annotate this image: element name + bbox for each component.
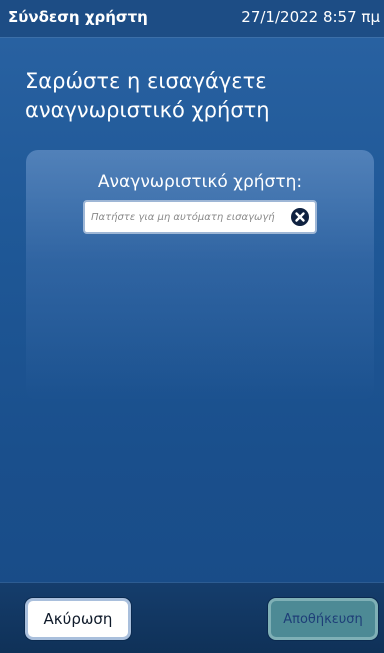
user-login-screen: Σύνδεση χρήστη 27/1/2022 8:57 πμ Σαρώστε… — [0, 0, 384, 653]
user-id-input[interactable] — [91, 202, 287, 232]
screen-title: Σύνδεση χρήστη — [8, 8, 148, 26]
bottom-action-bar: Ακύρωση Αποθήκευση — [0, 582, 384, 653]
date-time: 27/1/2022 8:57 πμ — [241, 8, 380, 26]
close-circle-icon[interactable] — [291, 208, 309, 226]
user-id-label: Αναγνωριστικό χρήστη: — [97, 172, 303, 192]
status-bar: Σύνδεση χρήστη 27/1/2022 8:57 πμ — [0, 0, 384, 38]
user-id-panel: Αναγνωριστικό χρήστη: — [26, 150, 374, 400]
instruction-text: Σαρώστε η εισαγάγετε αναγνωριστικό χρήστ… — [25, 69, 270, 122]
save-button[interactable]: Αποθήκευση — [268, 598, 378, 640]
user-id-field-container — [83, 200, 317, 234]
cancel-button[interactable]: Ακύρωση — [25, 598, 131, 640]
